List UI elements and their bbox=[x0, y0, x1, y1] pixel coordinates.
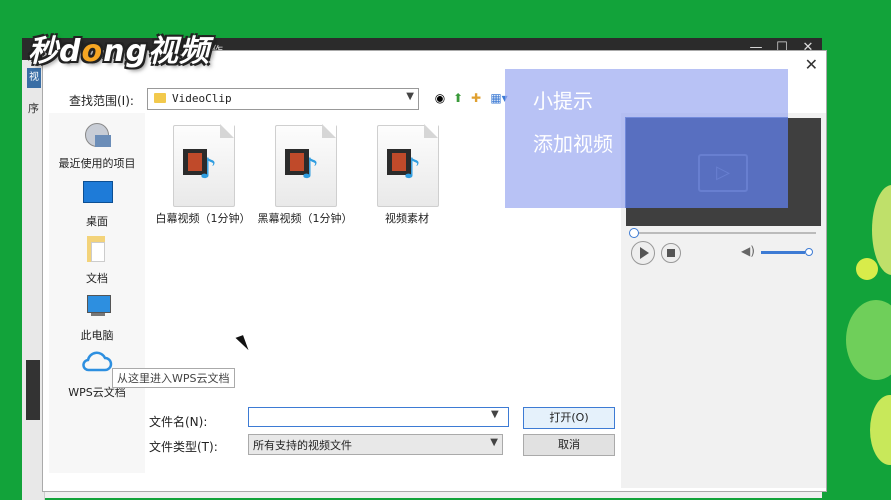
decor-circle bbox=[856, 258, 878, 280]
place-recent[interactable]: 最近使用的项目 bbox=[49, 119, 145, 171]
chevron-down-icon[interactable]: ▼ bbox=[490, 437, 498, 448]
volume-slider[interactable] bbox=[761, 251, 805, 254]
wps-cloud-icon bbox=[81, 348, 113, 380]
file-item[interactable]: ♪ 白幕视频（1分钟） bbox=[155, 124, 251, 227]
look-in-value: VideoClip bbox=[172, 92, 232, 105]
file-label: 黑幕视频（1分钟） bbox=[257, 212, 353, 225]
back-icon[interactable]: ◉ bbox=[433, 91, 447, 105]
folder-icon bbox=[154, 93, 166, 103]
decor-circle bbox=[870, 395, 891, 465]
decor-circle bbox=[846, 300, 891, 380]
seek-handle[interactable] bbox=[629, 228, 639, 238]
filetype-label: 文件类型(T): bbox=[149, 440, 218, 454]
new-folder-icon[interactable]: ✚ bbox=[469, 91, 483, 105]
up-folder-icon[interactable]: ⬆ bbox=[451, 91, 465, 105]
tip-overlay-inner bbox=[625, 117, 788, 208]
this-pc-icon bbox=[81, 291, 113, 323]
tooltip: 从这里进入WPS云文档 bbox=[112, 368, 235, 388]
background-panel bbox=[26, 360, 40, 420]
tip-title: 小提示 bbox=[533, 89, 593, 113]
place-desktop[interactable]: 桌面 bbox=[49, 177, 145, 229]
filetype-select[interactable]: 所有支持的视频文件 ▼ bbox=[248, 434, 503, 455]
chevron-down-icon[interactable]: ▼ bbox=[406, 91, 414, 102]
look-in-label: 查找范围(I): bbox=[69, 94, 134, 108]
watermark-text: 秒d bbox=[28, 34, 82, 69]
seek-bar[interactable] bbox=[631, 232, 816, 234]
file-label: 视频素材 bbox=[385, 212, 429, 225]
volume-handle[interactable] bbox=[805, 248, 813, 256]
cancel-button[interactable]: 取消 bbox=[523, 434, 615, 456]
file-label: 白幕视频（1分钟） bbox=[155, 212, 251, 225]
place-label: 文档 bbox=[86, 272, 108, 285]
background-row-label: 序 bbox=[28, 102, 39, 115]
video-file-icon: ♪ bbox=[173, 124, 235, 207]
place-documents[interactable]: 文档 bbox=[49, 234, 145, 286]
filename-label: 文件名(N): bbox=[149, 415, 208, 429]
places-bar: 最近使用的项目 桌面 文档 此电脑 WPS云文档 bbox=[49, 113, 145, 473]
documents-icon bbox=[81, 234, 113, 266]
video-file-icon: ♪ bbox=[275, 124, 337, 207]
place-label: 最近使用的项目 bbox=[58, 157, 136, 170]
file-item[interactable]: ♪ 视频素材 bbox=[359, 124, 455, 227]
tip-overlay: 小提示 添加视频 bbox=[505, 69, 788, 208]
watermark-text: ng视频 bbox=[103, 34, 210, 69]
filetype-value: 所有支持的视频文件 bbox=[253, 439, 352, 452]
recent-items-icon bbox=[81, 119, 113, 151]
place-label: 桌面 bbox=[86, 215, 108, 228]
look-in-combobox[interactable]: VideoClip ▼ bbox=[147, 88, 419, 110]
chevron-down-icon[interactable]: ▼ bbox=[491, 409, 499, 420]
watermark-text: o bbox=[81, 34, 104, 69]
filename-input[interactable] bbox=[248, 407, 509, 427]
file-item[interactable]: ♪ 黑幕视频（1分钟） bbox=[257, 124, 353, 227]
stop-button[interactable] bbox=[661, 243, 681, 263]
watermark-logo: 秒dong视频 bbox=[28, 26, 210, 70]
tip-body: 添加视频 bbox=[533, 132, 613, 156]
place-this-pc[interactable]: 此电脑 bbox=[49, 291, 145, 343]
speaker-icon[interactable]: ◀) bbox=[741, 244, 755, 258]
background-tab[interactable]: 视 bbox=[27, 68, 41, 88]
play-button[interactable] bbox=[631, 241, 655, 265]
open-button[interactable]: 打开(O) bbox=[523, 407, 615, 429]
video-file-icon: ♪ bbox=[377, 124, 439, 207]
desktop-icon bbox=[81, 177, 113, 209]
place-label: 此电脑 bbox=[80, 329, 114, 342]
dialog-close-icon[interactable]: ✕ bbox=[805, 55, 818, 74]
